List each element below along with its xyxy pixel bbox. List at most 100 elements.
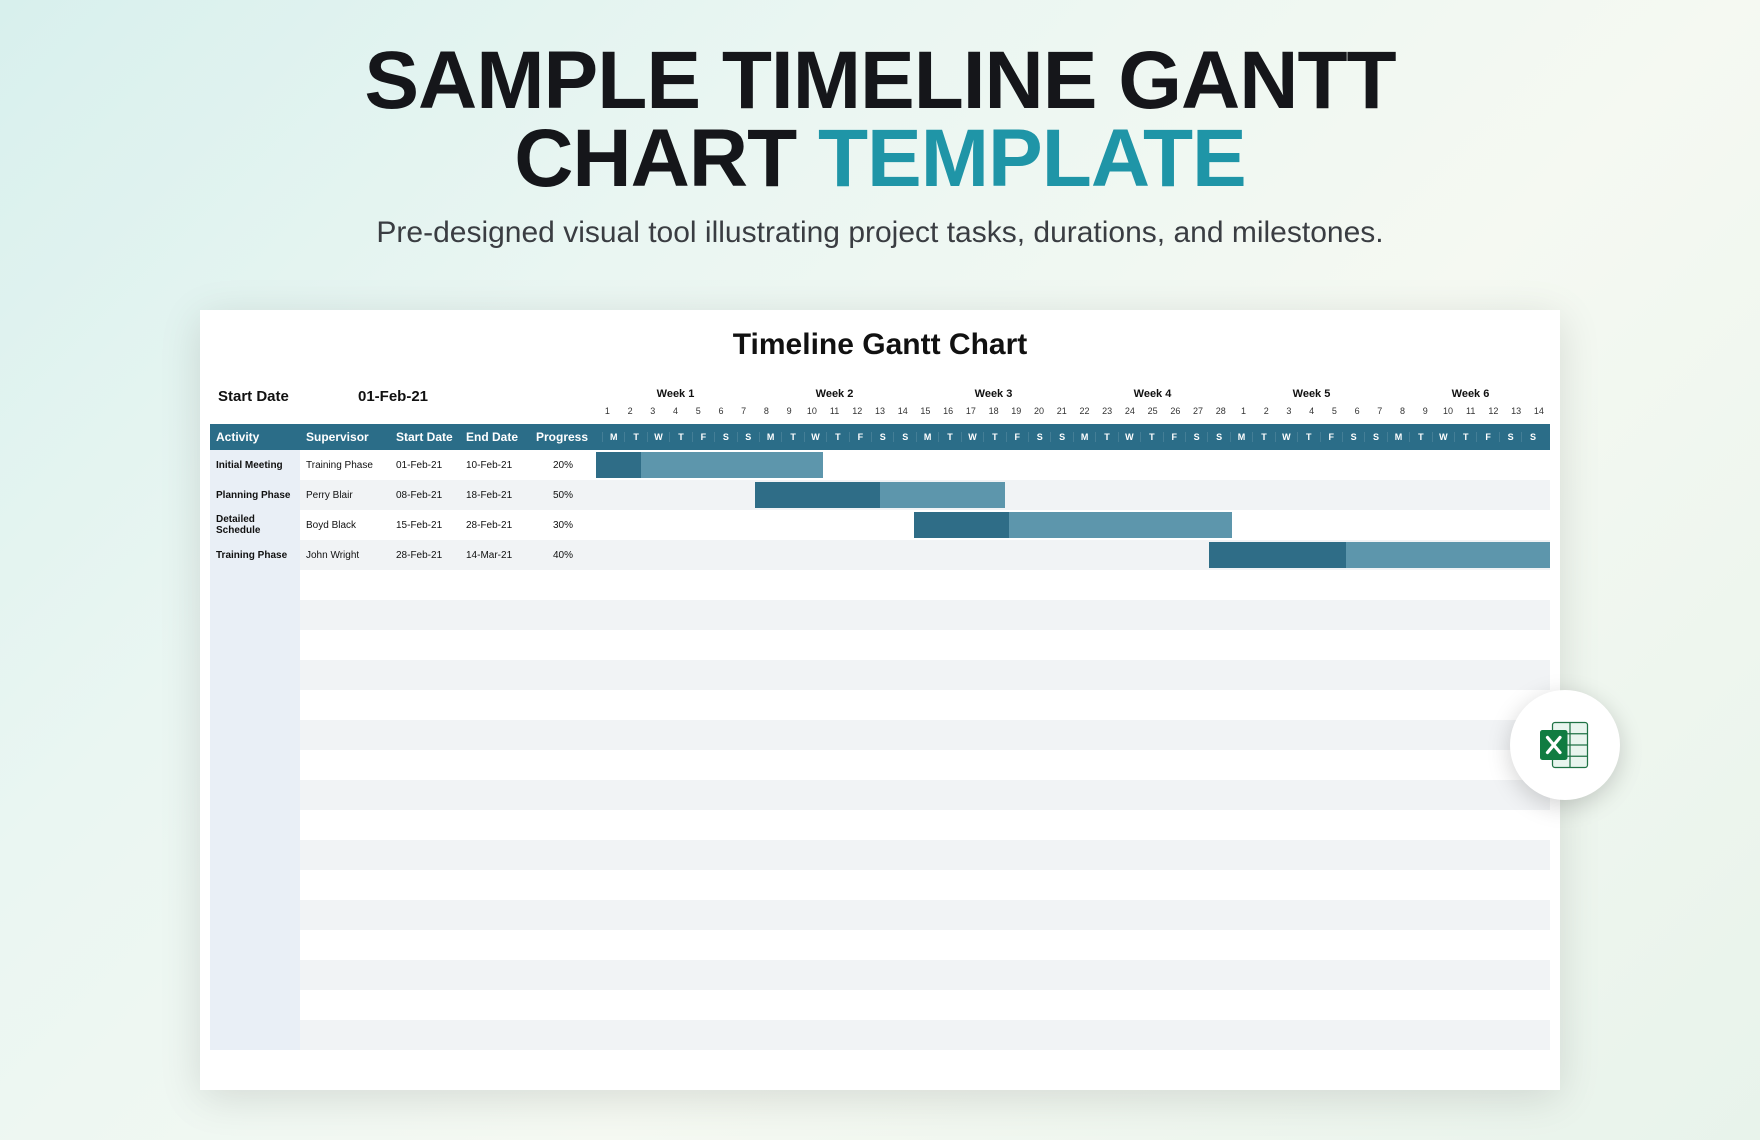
excel-icon <box>1535 715 1595 775</box>
day-number: 9 <box>1414 406 1437 424</box>
empty-row <box>210 810 1550 840</box>
day-letter: W <box>1432 432 1454 442</box>
day-number: 3 <box>1278 406 1301 424</box>
empty-row <box>210 750 1550 780</box>
day-number: 10 <box>1437 406 1460 424</box>
day-number: 6 <box>1346 406 1369 424</box>
table-row: Planning PhasePerry Blair08-Feb-2118-Feb… <box>210 480 1550 510</box>
week-label: Week 1 <box>596 388 755 406</box>
day-letter: T <box>826 432 848 442</box>
day-number: 28 <box>1209 406 1232 424</box>
gantt-area <box>596 510 1550 540</box>
day-letter: F <box>1163 432 1185 442</box>
gantt-area <box>596 540 1550 570</box>
day-letter: F <box>1320 432 1342 442</box>
gantt-bar-done <box>596 452 641 478</box>
header-activity: Activity <box>210 424 300 450</box>
day-letter: M <box>602 432 624 442</box>
empty-row <box>210 990 1550 1020</box>
day-letter: S <box>1207 432 1229 442</box>
day-letter: M <box>916 432 938 442</box>
cell-activity: Training Phase <box>210 540 300 570</box>
gantt-bar <box>755 482 1005 508</box>
day-letter: M <box>1230 432 1252 442</box>
day-number: 8 <box>755 406 778 424</box>
cell-activity: Detailed Schedule <box>210 510 300 540</box>
week-label: Week 2 <box>755 388 914 406</box>
day-letter: M <box>1073 432 1095 442</box>
empty-row <box>210 720 1550 750</box>
day-letter: T <box>983 432 1005 442</box>
day-number: 14 <box>891 406 914 424</box>
cell-end: 18-Feb-21 <box>460 480 530 510</box>
day-number: 27 <box>1187 406 1210 424</box>
day-letter: F <box>849 432 871 442</box>
day-number: 2 <box>619 406 642 424</box>
day-number: 12 <box>846 406 869 424</box>
cell-supervisor: John Wright <box>300 540 390 570</box>
gantt-bar <box>596 452 823 478</box>
title-line2-prefix: CHART <box>514 113 818 204</box>
day-number: 24 <box>1119 406 1142 424</box>
gantt-bar-done <box>1209 542 1345 568</box>
day-letter: S <box>871 432 893 442</box>
day-number: 11 <box>823 406 846 424</box>
excel-badge <box>1510 690 1620 800</box>
cell-supervisor: Perry Blair <box>300 480 390 510</box>
week-labels-row: Start Date 01-Feb-21 Week 1Week 2Week 3W… <box>210 388 1550 406</box>
day-number: 7 <box>1368 406 1391 424</box>
gantt-area <box>596 450 1550 480</box>
gantt-bar <box>1209 542 1550 568</box>
day-letter: W <box>1118 432 1140 442</box>
cell-progress: 30% <box>530 510 596 540</box>
start-date-value: 01-Feb-21 <box>358 388 503 406</box>
cell-start: 01-Feb-21 <box>390 450 460 480</box>
day-number: 1 <box>596 406 619 424</box>
day-number: 18 <box>982 406 1005 424</box>
day-number: 10 <box>800 406 823 424</box>
empty-row <box>210 660 1550 690</box>
empty-row <box>210 780 1550 810</box>
day-letter: S <box>1342 432 1364 442</box>
empty-row <box>210 960 1550 990</box>
day-letter: T <box>669 432 691 442</box>
start-date-label: Start Date <box>218 388 358 406</box>
week-label: Week 6 <box>1391 388 1550 406</box>
day-number: 4 <box>1300 406 1323 424</box>
day-letter: T <box>781 432 803 442</box>
day-number: 23 <box>1096 406 1119 424</box>
day-number: 8 <box>1391 406 1414 424</box>
day-letter: S <box>737 432 759 442</box>
cell-start: 15-Feb-21 <box>390 510 460 540</box>
day-number: 20 <box>1028 406 1051 424</box>
day-letter: W <box>647 432 669 442</box>
cell-progress: 50% <box>530 480 596 510</box>
week-label: Week 5 <box>1232 388 1391 406</box>
day-letter: S <box>1499 432 1521 442</box>
day-letter: T <box>1297 432 1319 442</box>
day-number: 2 <box>1255 406 1278 424</box>
cell-start: 28-Feb-21 <box>390 540 460 570</box>
header-end: End Date <box>460 424 530 450</box>
day-letter: S <box>893 432 915 442</box>
gantt-bar-done <box>755 482 880 508</box>
table-header: Activity Supervisor Start Date End Date … <box>210 424 1550 450</box>
header-progress: Progress <box>530 424 596 450</box>
day-number: 4 <box>664 406 687 424</box>
cell-end: 14-Mar-21 <box>460 540 530 570</box>
day-number: 9 <box>778 406 801 424</box>
day-letter: W <box>1275 432 1297 442</box>
day-letter: T <box>1252 432 1274 442</box>
table-row: Training PhaseJohn Wright28-Feb-2114-Mar… <box>210 540 1550 570</box>
cell-activity: Initial Meeting <box>210 450 300 480</box>
empty-row <box>210 600 1550 630</box>
sheet-title: Timeline Gantt Chart <box>210 328 1550 362</box>
day-letter: S <box>1185 432 1207 442</box>
day-letter: F <box>1006 432 1028 442</box>
day-letter: T <box>1140 432 1162 442</box>
page-title: SAMPLE TIMELINE GANTT CHART TEMPLATE <box>0 0 1760 198</box>
gantt-bar-done <box>914 512 1009 538</box>
empty-row <box>210 570 1550 600</box>
table-row: Detailed ScheduleBoyd Black15-Feb-2128-F… <box>210 510 1550 540</box>
empty-row <box>210 900 1550 930</box>
